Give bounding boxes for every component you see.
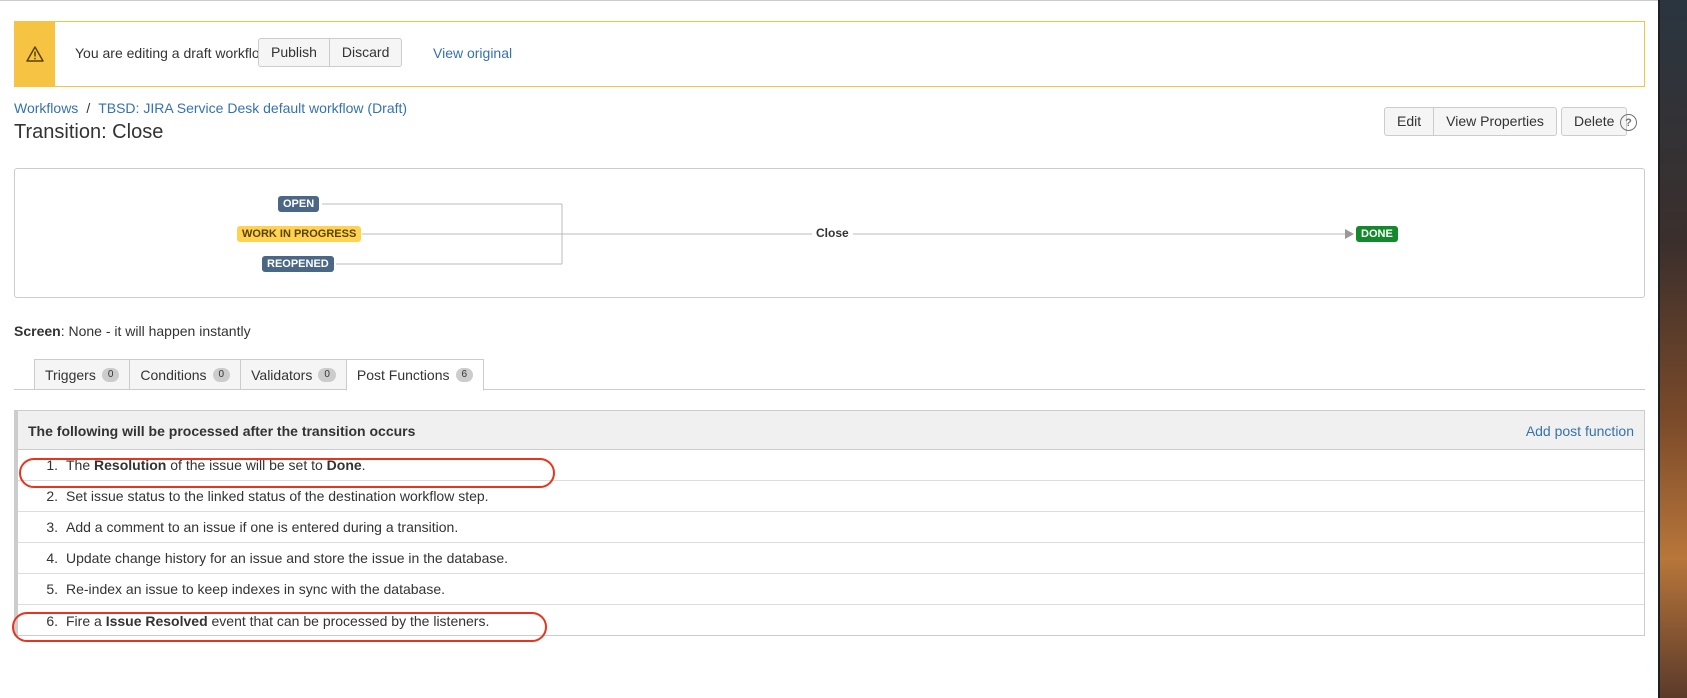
post-functions-header: The following will be processed after th…	[18, 411, 1644, 450]
desktop-background	[1660, 0, 1687, 698]
tab-label: Conditions	[140, 366, 207, 383]
transition-tabs: Triggers 0 Conditions 0 Validators 0 Pos…	[34, 359, 485, 391]
tab-count-badge: 0	[318, 367, 336, 382]
tab-triggers[interactable]: Triggers 0	[34, 359, 130, 390]
post-function-row: 1. The Resolution of the issue will be s…	[18, 450, 1644, 481]
tab-label: Triggers	[45, 366, 96, 383]
row-text: Set issue status to the linked status of…	[66, 488, 489, 504]
tab-post-functions[interactable]: Post Functions 6	[345, 359, 485, 391]
breadcrumb-workflows-link[interactable]: Workflows	[14, 100, 78, 116]
tab-label: Post Functions	[356, 367, 450, 383]
row-text: Fire a Issue Resolved event that can be …	[66, 612, 490, 629]
screen-label: Screen	[14, 323, 61, 339]
post-function-row: 4. Update change history for an issue an…	[18, 543, 1644, 574]
row-number: 5.	[46, 581, 58, 597]
screen-value: : None - it will happen instantly	[60, 323, 251, 339]
post-functions-title: The following will be processed after th…	[28, 423, 416, 439]
status-lozenge-work-in-progress: WORK IN PROGRESS	[237, 226, 362, 242]
tab-conditions[interactable]: Conditions 0	[129, 359, 241, 390]
draft-warning-banner: You are editing a draft workflow. Publis…	[14, 21, 1645, 87]
row-text: The Resolution of the issue will be set …	[66, 457, 366, 473]
page-title: Transition: Close	[14, 121, 164, 143]
screen-info: Screen: None - it will happen instantly	[14, 323, 251, 339]
discard-button[interactable]: Discard	[329, 38, 403, 67]
tab-count-badge: 6	[455, 368, 474, 382]
breadcrumb-separator: /	[86, 100, 91, 116]
warning-icon	[15, 22, 55, 86]
draft-message: You are editing a draft workflow.	[75, 45, 273, 61]
row-number: 6.	[46, 612, 58, 629]
delete-button[interactable]: Delete	[1561, 107, 1628, 136]
post-function-row: 5. Re-index an issue to keep indexes in …	[18, 574, 1644, 605]
publish-button[interactable]: Publish	[258, 38, 330, 67]
view-original-link[interactable]: View original	[433, 45, 512, 61]
post-function-row: 3. Add a comment to an issue if one is e…	[18, 512, 1644, 543]
status-lozenge-open: OPEN	[278, 196, 320, 212]
row-text: Add a comment to an issue if one is ente…	[66, 519, 459, 535]
top-border	[0, 0, 1660, 1]
row-number: 4.	[46, 550, 58, 566]
row-number: 3.	[46, 519, 58, 535]
row-text: Re-index an issue to keep indexes in syn…	[66, 581, 446, 597]
draft-actions: Publish Discard	[258, 38, 403, 67]
breadcrumb-workflow-link[interactable]: TBSD: JIRA Service Desk default workflow…	[98, 100, 407, 116]
tab-validators[interactable]: Validators 0	[240, 359, 347, 390]
view-properties-button[interactable]: View Properties	[1434, 107, 1557, 136]
post-functions-table: The following will be processed after th…	[14, 410, 1645, 636]
status-lozenge-reopened: REOPENED	[262, 256, 334, 272]
transition-label: Close	[812, 226, 853, 240]
tab-label: Validators	[251, 366, 313, 383]
transition-diagram: OPEN WORK IN PROGRESS REOPENED Close DON…	[14, 168, 1645, 298]
delete-actions: Delete	[1561, 107, 1628, 136]
row-number: 2.	[46, 488, 58, 504]
help-icon[interactable]: ?	[1620, 114, 1637, 131]
edit-button[interactable]: Edit	[1384, 107, 1435, 136]
tab-count-badge: 0	[212, 367, 231, 382]
post-function-row: 2. Set issue status to the linked status…	[18, 481, 1644, 512]
status-lozenge-done: DONE	[1356, 226, 1398, 242]
row-text: Update change history for an issue and s…	[66, 550, 509, 566]
row-number: 1.	[46, 457, 58, 473]
tab-count-badge: 0	[101, 367, 120, 382]
transition-actions: Edit View Properties	[1384, 107, 1557, 136]
add-post-function-link[interactable]: Add post function	[1526, 423, 1634, 439]
breadcrumb: Workflows / TBSD: JIRA Service Desk defaul…	[14, 100, 407, 116]
post-function-row: 6. Fire a Issue Resolved event that can …	[18, 605, 1644, 636]
